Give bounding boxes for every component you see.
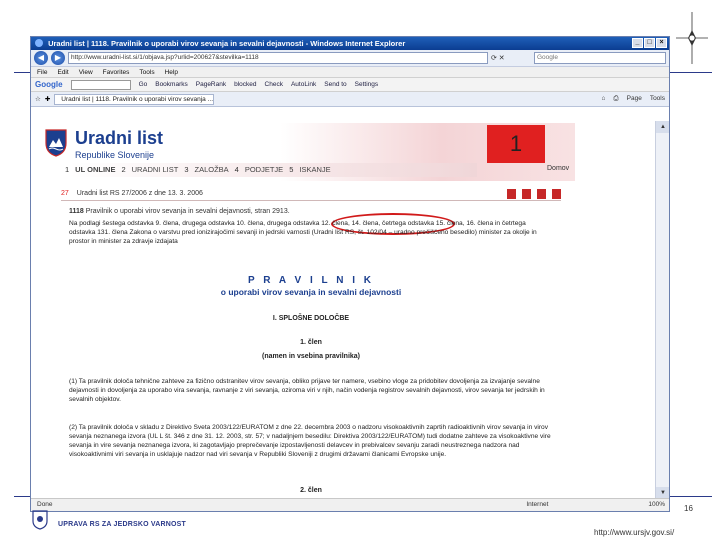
bookmarks-button[interactable]: Bookmarks — [155, 81, 188, 88]
menu-bar: File Edit View Favorites Tools Help — [31, 67, 669, 78]
slovenia-crest-icon — [45, 129, 67, 157]
menu-edit[interactable]: Edit — [57, 69, 68, 76]
tab-bar: ☆ ✚ Uradni list | 1118. Pravilnik o upor… — [31, 92, 669, 107]
intro-paragraph: Na podlagi šestega odstavka 9. člena, dr… — [69, 220, 537, 245]
google-search-input[interactable] — [70, 79, 131, 90]
document-header: 27 Uradni list RS 27/2006 z dne 13. 3. 2… — [61, 187, 561, 201]
security-zone: Internet — [526, 501, 549, 508]
issue-number: 27 — [61, 190, 69, 197]
window-title: Uradni list | 1118. Pravilnik o uporabi … — [48, 39, 406, 48]
nav-num: 5 — [289, 165, 294, 174]
favorites-star-icon[interactable]: ☆ — [35, 95, 41, 103]
site-nav: 1 UL ONLINE 2 URADNI LIST 3 ZALOŽBA 4 PO… — [65, 165, 331, 174]
article-heading: 2. člen — [300, 487, 322, 494]
issue-title: Uradni list RS 27/2006 z dne 13. 3. 2006 — [76, 190, 203, 197]
document-title: P R A V I L N I K — [247, 275, 374, 286]
close-button[interactable]: × — [656, 38, 667, 48]
nav-num: 3 — [184, 165, 189, 174]
document-subtitle: o uporabi virov sevanja in sevalni dejav… — [220, 287, 402, 297]
address-bar: ◀ ▶ http://www.uradni-list.si/1/objava.j… — [31, 50, 669, 67]
menu-file[interactable]: File — [37, 69, 47, 76]
nav-num: 1 — [65, 165, 70, 174]
site-title: Uradni list — [75, 128, 164, 148]
send-to-button[interactable]: Send to — [324, 81, 346, 88]
zoom-level[interactable]: 100% — [648, 501, 665, 509]
nav-zalozba[interactable]: ZALOŽBA — [194, 165, 228, 174]
google-logo: Google — [35, 80, 63, 89]
pdf-icon[interactable] — [522, 188, 531, 199]
status-text: Done — [37, 501, 53, 508]
nav-uradni-list[interactable]: URADNI LIST — [132, 165, 179, 174]
tools-menu[interactable]: Tools — [650, 95, 665, 103]
slide: Uradni list | 1118. Pravilnik o uporabi … — [0, 0, 720, 540]
paragraph-2: (2) Ta pravilnik določa v skladu z Direk… — [69, 424, 551, 458]
article-subheading: (namen in vsebina pravilnika) — [261, 353, 361, 360]
search-input[interactable]: Google — [534, 52, 666, 64]
site-subtitle: Republike Slovenije — [75, 150, 155, 160]
browser-window: Uradni list | 1118. Pravilnik o uporabi … — [30, 36, 670, 512]
document-number: 1118 — [69, 208, 84, 215]
document-meta: 1118 Pravilnik o uporabi virov sevanja i… — [69, 208, 290, 215]
document-meta-text: Pravilnik o uporabi virov sevanja in sev… — [85, 208, 290, 215]
tab-uradni-list[interactable]: Uradni list | 1118. Pravilnik o uporabi … — [54, 93, 215, 105]
home-link[interactable]: Domov — [547, 165, 569, 172]
back-button[interactable]: ◀ — [34, 51, 48, 65]
pdf-icon[interactable] — [507, 188, 516, 199]
forward-button[interactable]: ▶ — [51, 51, 65, 65]
slide-page-number: 16 — [684, 504, 693, 513]
chapter-heading: I. SPLOŠNE DOLOČBE — [272, 315, 350, 322]
email-icon[interactable] — [552, 188, 561, 199]
footer-organization: UPRAVA RS ZA JEDRSKO VARNOST — [58, 521, 186, 528]
refresh-stop-icons[interactable]: ⟳ ✕ — [491, 54, 531, 62]
site-header: Uradni list Republike Slovenije 1 UL ONL… — [39, 123, 575, 181]
decorative-line — [666, 496, 712, 497]
title-bar: Uradni list | 1118. Pravilnik o uporabi … — [31, 37, 669, 50]
menu-help[interactable]: Help — [165, 69, 178, 76]
print-icon[interactable]: ⎙ — [613, 95, 618, 103]
page-menu[interactable]: Page — [627, 95, 642, 103]
autolink-button[interactable]: AutoLink — [291, 81, 316, 88]
vertical-scrollbar[interactable]: ▲ ▼ — [655, 121, 669, 499]
google-go-button[interactable]: Go — [139, 81, 148, 88]
nav-num: 2 — [121, 165, 126, 174]
nav-podjetje[interactable]: PODJETJE — [245, 165, 283, 174]
print-icon[interactable] — [537, 188, 546, 199]
add-favorites-icon[interactable]: ✚ — [45, 95, 50, 103]
url-input[interactable]: http://www.uradni-list.si/1/objava.jsp?u… — [68, 52, 488, 64]
scroll-up-button[interactable]: ▲ — [656, 121, 669, 133]
nav-num: 4 — [234, 165, 239, 174]
compass-icon — [676, 12, 708, 64]
page-content: Uradni list Republike Slovenije 1 UL ONL… — [31, 121, 655, 499]
google-toolbar: Google Go Bookmarks PageRank blocked Che… — [31, 78, 669, 92]
check-button[interactable]: Check — [265, 81, 283, 88]
status-bar: Done Internet 100% — [31, 498, 669, 511]
section-badge: 1 — [487, 125, 545, 163]
maximize-button[interactable]: □ — [644, 38, 655, 48]
settings-button[interactable]: Settings — [355, 81, 379, 88]
menu-tools[interactable]: Tools — [139, 69, 154, 76]
footer-url[interactable]: http://www.ursjv.gov.si/ — [594, 528, 674, 537]
pagerank-button[interactable]: PageRank — [196, 81, 226, 88]
ie-icon — [35, 39, 43, 47]
paragraph-1: (1) Ta pravilnik določa tehnične zahteve… — [69, 378, 545, 403]
nav-iskanje[interactable]: ISKANJE — [299, 165, 330, 174]
menu-favorites[interactable]: Favorites — [103, 69, 130, 76]
article-heading: 1. člen — [300, 339, 322, 346]
ursjv-logo-icon — [32, 510, 48, 530]
decorative-line — [666, 72, 712, 73]
nav-ul-online[interactable]: UL ONLINE — [75, 165, 115, 174]
popup-blocked-button[interactable]: blocked — [234, 81, 256, 88]
menu-view[interactable]: View — [79, 69, 93, 76]
minimize-button[interactable]: _ — [632, 38, 643, 48]
home-icon[interactable]: ⌂ — [601, 95, 605, 103]
